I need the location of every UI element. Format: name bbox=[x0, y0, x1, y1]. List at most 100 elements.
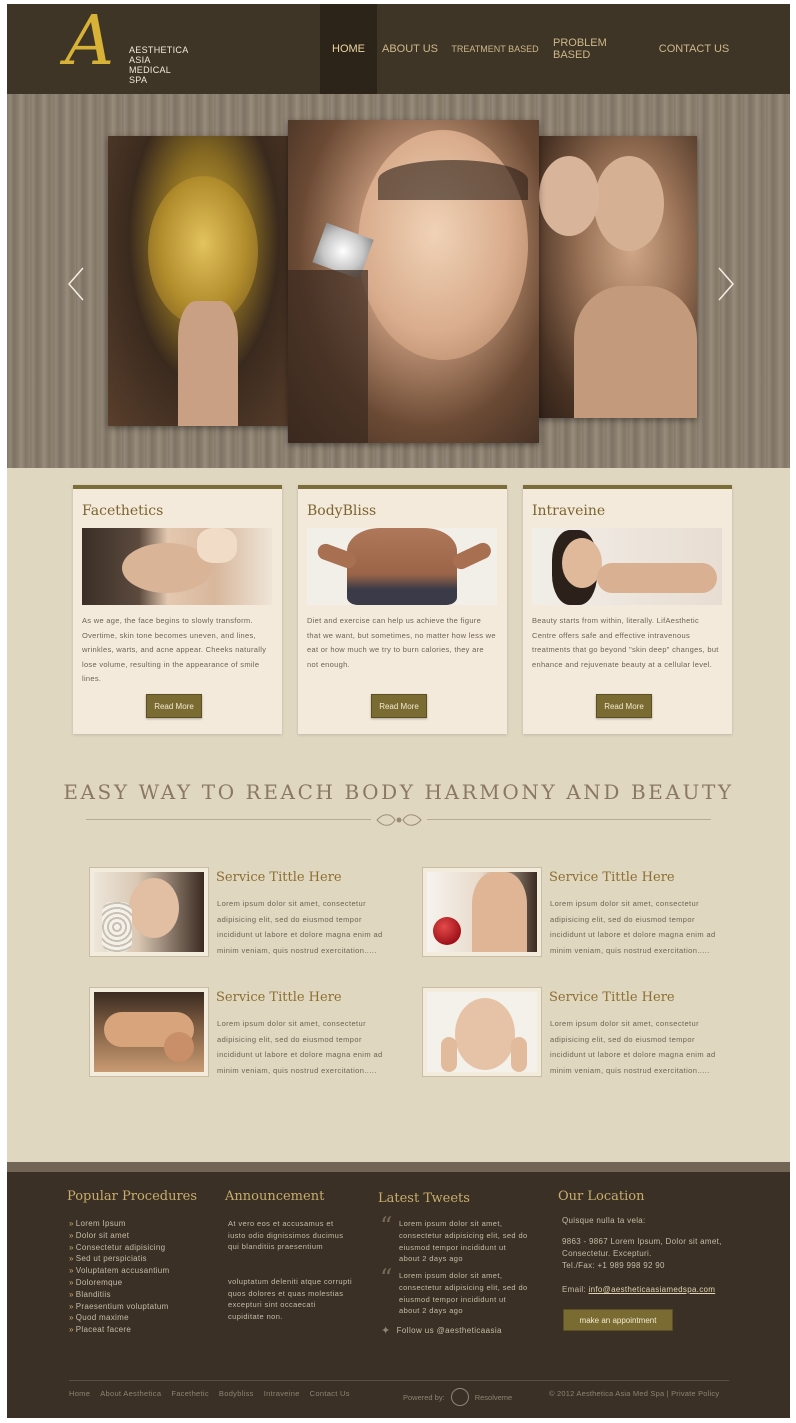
double-chevron-icon: » bbox=[69, 1254, 74, 1264]
footer-link-contact[interactable]: Contact Us bbox=[310, 1389, 350, 1398]
footer-heading: Latest Tweets bbox=[378, 1191, 470, 1206]
double-chevron-icon: » bbox=[69, 1277, 74, 1287]
feature-box-bodybliss: BodyBliss Diet and exercise can help us … bbox=[298, 485, 507, 734]
double-chevron-icon: » bbox=[69, 1325, 74, 1335]
feature-title: BodyBliss bbox=[307, 503, 377, 519]
double-chevron-icon: » bbox=[69, 1230, 74, 1240]
quote-icon: “ bbox=[380, 1264, 393, 1292]
procedure-link[interactable]: » Voluptatem accusantium bbox=[69, 1265, 170, 1277]
flourish-ornament-icon bbox=[371, 811, 427, 829]
slider-prev-arrow[interactable] bbox=[65, 264, 89, 304]
tweet-text: Lorem ipsum dolor sit amet, consectetur … bbox=[399, 1271, 528, 1304]
service-title: Service Tittle Here bbox=[216, 870, 342, 885]
logo-monogram: A bbox=[65, 4, 115, 81]
procedure-link[interactable]: » Praesentium voluptatum bbox=[69, 1301, 170, 1313]
nav-treatment-based[interactable]: TREATMENT BASED bbox=[447, 4, 543, 94]
logo-line-3: MEDICAL bbox=[129, 65, 172, 75]
powered-label: Powered by: bbox=[403, 1392, 445, 1402]
site-header: A AESTHETICA ASIA MEDICAL SPA HOME ABOUT… bbox=[7, 4, 790, 94]
double-chevron-icon: » bbox=[69, 1313, 74, 1323]
tweet-time: about 2 days ago bbox=[399, 1254, 463, 1264]
double-chevron-icon: » bbox=[69, 1219, 74, 1228]
logo-line-1: AESTHETICA bbox=[129, 45, 189, 55]
service-image bbox=[422, 867, 542, 957]
chevron-right-icon bbox=[718, 267, 734, 301]
footer-link-bodybliss[interactable]: Bodybliss bbox=[219, 1389, 254, 1398]
nav-home[interactable]: HOME bbox=[320, 4, 377, 94]
footer-heading: Our Location bbox=[558, 1189, 645, 1204]
slider-next-arrow[interactable] bbox=[713, 264, 737, 304]
feature-title: Facethetics bbox=[82, 503, 164, 519]
procedure-link[interactable]: » Sed ut perspiciatis bbox=[69, 1253, 170, 1265]
feature-image bbox=[82, 528, 272, 605]
read-more-button[interactable]: Read More bbox=[596, 694, 652, 718]
feature-text: Diet and exercise can help us achieve th… bbox=[307, 616, 496, 669]
read-more-button[interactable]: Read More bbox=[146, 694, 202, 718]
feature-box-intraveine: Intraveine Beauty starts from within, li… bbox=[523, 485, 732, 734]
tweet-time: about 2 days ago bbox=[399, 1306, 463, 1316]
service-title: Service Tittle Here bbox=[216, 990, 342, 1005]
footer-nav: Home About Aesthetica Facethetic Bodybli… bbox=[69, 1389, 350, 1398]
page: A AESTHETICA ASIA MEDICAL SPA HOME ABOUT… bbox=[7, 4, 790, 1418]
email-row: Email: info@aestheticaasiamedspa.com bbox=[562, 1284, 715, 1296]
footer-link-intraveine[interactable]: Intraveine bbox=[264, 1389, 300, 1398]
footer-link-home[interactable]: Home bbox=[69, 1389, 90, 1398]
service-image bbox=[89, 987, 209, 1077]
footer-divider bbox=[69, 1380, 729, 1381]
procedures-list: » Lorem Ipsum » Dolor sit amet » Consectetu… bbox=[69, 1218, 170, 1336]
procedure-link[interactable]: » Consectetur adipisicing bbox=[69, 1242, 170, 1254]
procedure-link[interactable]: » Quod maxime bbox=[69, 1312, 170, 1324]
double-chevron-icon: » bbox=[69, 1289, 74, 1299]
tweet-text: Lorem ipsum dolor sit amet, consectetur … bbox=[399, 1219, 528, 1252]
quote-icon: “ bbox=[380, 1212, 393, 1240]
logo-line-2: ASIA bbox=[129, 55, 151, 65]
footer-top-band bbox=[7, 1162, 790, 1172]
twitter-follow-link[interactable]: ✦ Follow us @aestheticaasia bbox=[381, 1324, 502, 1337]
section-headline: EASY WAY TO REACH BODY HARMONY AND BEAUT… bbox=[63, 780, 734, 804]
footer-heading: Announcement bbox=[225, 1189, 325, 1204]
nav-contact-us[interactable]: CONTACT US bbox=[657, 4, 731, 94]
feature-image bbox=[307, 528, 497, 605]
procedure-link[interactable]: » Placeat facere bbox=[69, 1324, 170, 1336]
slide-photo-diamond bbox=[288, 120, 539, 443]
nav-about-us[interactable]: ABOUT US bbox=[379, 4, 441, 94]
footer-link-about[interactable]: About Aesthetica bbox=[100, 1389, 161, 1398]
address-line: Consectetur. Excepturi. bbox=[562, 1249, 652, 1258]
procedure-link[interactable]: » Blanditiis bbox=[69, 1289, 170, 1301]
powered-name: Resolveme bbox=[474, 1392, 513, 1402]
footer-link-facethetic[interactable]: Facethetic bbox=[171, 1389, 209, 1398]
service-item: Service Tittle Here Lorem ipsum dolor si… bbox=[89, 987, 389, 1079]
procedure-link[interactable]: » Lorem Ipsum bbox=[69, 1218, 170, 1230]
announcement-text: At vero eos et accusamus et iusto odio d… bbox=[228, 1219, 344, 1251]
feature-title: Intraveine bbox=[532, 503, 606, 519]
announcement-text: voluptatum deleniti atque corrupti quos … bbox=[228, 1277, 353, 1321]
double-chevron-icon: » bbox=[69, 1301, 74, 1311]
service-item: Service Tittle Here Lorem ipsum dolor si… bbox=[89, 867, 389, 959]
site-logo[interactable]: A AESTHETICA ASIA MEDICAL SPA bbox=[65, 8, 195, 87]
nav-problem-based[interactable]: PROBLEM BASED bbox=[553, 4, 645, 94]
double-chevron-icon: » bbox=[69, 1242, 74, 1252]
logo-line-4: SPA bbox=[129, 75, 148, 85]
email-label: Email: bbox=[562, 1285, 587, 1294]
powered-by[interactable]: Powered by: Resolveme bbox=[403, 1388, 512, 1406]
service-text: Lorem ipsum dolor sit amet, consectetur … bbox=[217, 899, 383, 955]
footer-heading: Popular Procedures bbox=[67, 1189, 198, 1204]
address-line: 9863 - 9867 Lorem Ipsum, Dolor sit amet, bbox=[562, 1237, 722, 1246]
feature-box-facethetics: Facethetics As we age, the face begins t… bbox=[73, 485, 282, 734]
service-title: Service Tittle Here bbox=[549, 990, 675, 1005]
slide-photo-gold-mask bbox=[108, 136, 300, 426]
chevron-left-icon bbox=[68, 267, 84, 301]
feature-text: Beauty starts from within, literally. Li… bbox=[532, 616, 719, 669]
copyright-text: © 2012 Aesthetica Asia Med Spa | Private… bbox=[549, 1389, 720, 1398]
procedure-link[interactable]: » Dolor sit amet bbox=[69, 1230, 170, 1242]
email-link[interactable]: info@aestheticaasiamedspa.com bbox=[589, 1285, 716, 1294]
service-text: Lorem ipsum dolor sit amet, consectetur … bbox=[217, 1019, 383, 1075]
service-image bbox=[422, 987, 542, 1077]
make-appointment-button[interactable]: make an appointment bbox=[563, 1309, 673, 1331]
read-more-button[interactable]: Read More bbox=[371, 694, 427, 718]
service-text: Lorem ipsum dolor sit amet, consectetur … bbox=[550, 899, 716, 955]
procedure-link[interactable]: » Doloremque bbox=[69, 1277, 170, 1289]
feature-image bbox=[532, 528, 722, 605]
double-chevron-icon: » bbox=[69, 1266, 74, 1276]
slide-photo-couple bbox=[534, 136, 697, 418]
